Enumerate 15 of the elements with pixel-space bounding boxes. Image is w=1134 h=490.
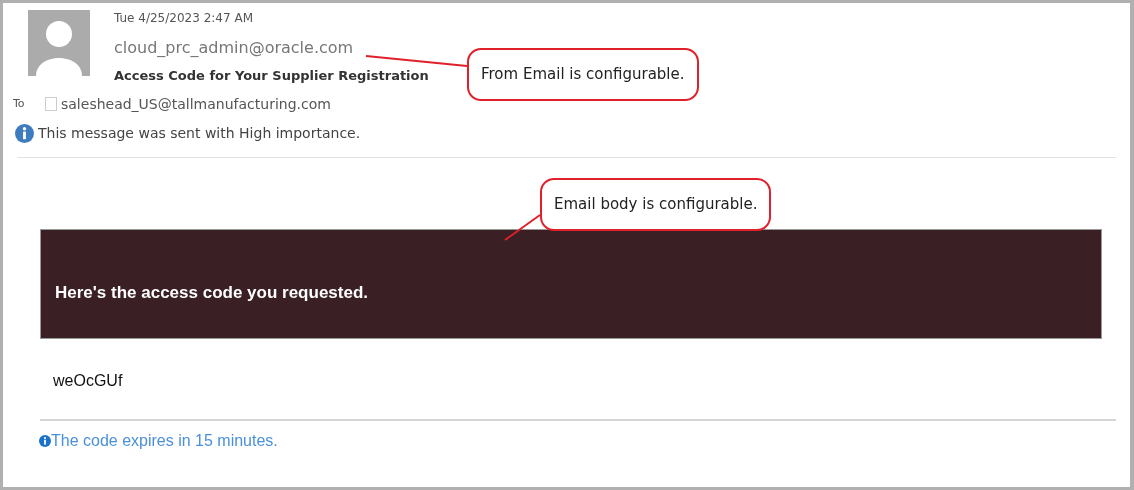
- leader-line: [504, 214, 541, 241]
- callout: Email body is configurable.: [540, 178, 772, 231]
- checkbox[interactable]: [45, 97, 57, 111]
- info-icon: [39, 434, 51, 447]
- expiry-note: The code expires in 15 minutes.: [51, 430, 278, 451]
- email-subject: Access Code for Your Supplier Registration: [114, 67, 429, 85]
- sent-date: Tue 4/25/2023 2:47 AM: [114, 10, 254, 26]
- info-icon: [15, 123, 34, 143]
- recipient-address: saleshead_US@tallmanufacturing.com: [61, 94, 331, 114]
- callout: From Email is configurable.: [467, 48, 699, 101]
- sender-address: cloud_prc_admin@oracle.com: [114, 37, 355, 59]
- access-code-banner: Here's the access code you requested.: [40, 228, 1102, 339]
- access-code: weOcGUf: [53, 370, 124, 391]
- importance-notice: This message was sent with High importance.: [38, 123, 361, 143]
- to-label: To: [13, 95, 26, 112]
